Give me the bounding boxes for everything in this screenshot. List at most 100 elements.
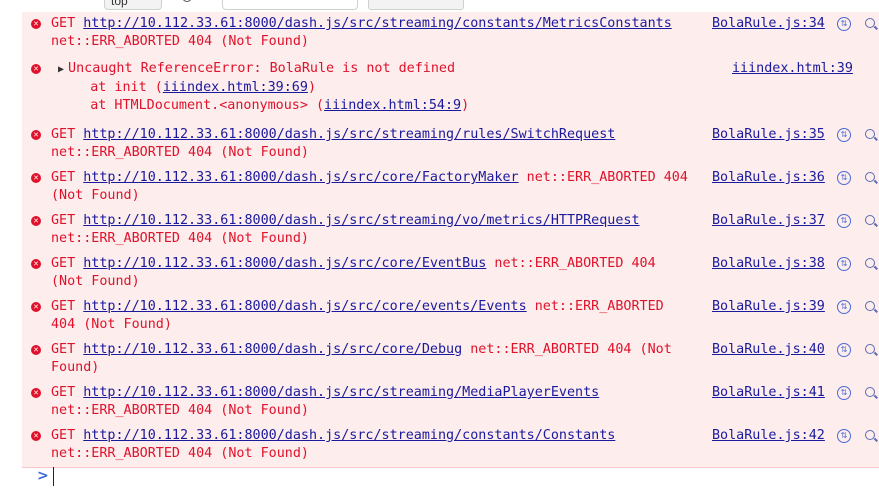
- request-method: GET: [51, 299, 84, 314]
- console-message-row: ✕ GET http://10.112.33.61:8000/dash.js/sr…: [22, 338, 879, 382]
- error-icon: ✕: [31, 388, 41, 398]
- search-icon[interactable]: [865, 215, 875, 225]
- console-message-row: ✕ GET http://10.112.33.61:8000/dash.js/sr…: [22, 209, 879, 253]
- request-url-link[interactable]: http://10.112.33.61:8000/dash.js/src/str…: [83, 127, 615, 142]
- error-icon: ✕: [31, 302, 41, 312]
- source-link[interactable]: BolaRule.js:36: [712, 169, 825, 187]
- error-status-text: net::ERR_ABORTED 404: [518, 170, 688, 185]
- error-icon: ✕: [31, 64, 41, 74]
- stack-frame-prefix: at HTMLDocument.<anonymous> (: [58, 98, 325, 113]
- console-message-text: GET http://10.112.33.61:8000/dash.js/src…: [51, 298, 664, 334]
- error-status-text: net::ERR_ABORTED: [526, 299, 664, 314]
- console-message-text: GET http://10.112.33.61:8000/dash.js/src…: [51, 255, 656, 291]
- error-status-text: (Not Found): [51, 188, 140, 203]
- network-request-icon[interactable]: ⇅: [837, 171, 851, 185]
- stack-frame-link[interactable]: iiindex.html:39:69: [163, 80, 308, 95]
- console-message-text: GET http://10.112.33.61:8000/dash.js/src…: [51, 427, 615, 463]
- source-link[interactable]: BolaRule.js:42: [712, 427, 825, 445]
- stack-frame-suffix: ): [461, 98, 470, 113]
- error-icon: ✕: [31, 345, 41, 355]
- search-icon[interactable]: [865, 129, 875, 139]
- context-select[interactable]: top: [104, 0, 162, 10]
- request-url-link[interactable]: http://10.112.33.61:8000/dash.js/src/str…: [83, 385, 599, 400]
- stack-frame-suffix: ): [307, 80, 316, 95]
- search-icon[interactable]: [865, 258, 875, 268]
- error-icon: ✕: [31, 259, 41, 269]
- source-link[interactable]: BolaRule.js:35: [712, 126, 825, 144]
- console-prompt-icon: >: [37, 468, 49, 484]
- network-request-icon[interactable]: ⇅: [837, 128, 851, 142]
- error-status-text: net::ERR_ABORTED 404 (Not Found): [51, 34, 309, 49]
- source-link[interactable]: BolaRule.js:37: [712, 212, 825, 230]
- console-message-text: GET http://10.112.33.61:8000/dash.js/src…: [51, 169, 688, 205]
- source-link[interactable]: BolaRule.js:41: [712, 384, 825, 402]
- error-status-text: net::ERR_ABORTED 404 (Not Found): [51, 403, 309, 418]
- console-input-caret[interactable]: [53, 467, 54, 486]
- eye-icon[interactable]: [182, 0, 192, 2]
- request-method: GET: [51, 256, 84, 271]
- stack-frame-link[interactable]: iiindex.html:54:9: [324, 98, 461, 113]
- request-url-link[interactable]: http://10.112.33.61:8000/dash.js/src/cor…: [83, 256, 486, 271]
- error-icon: ✕: [31, 130, 41, 140]
- filter-input[interactable]: [222, 0, 358, 10]
- source-link[interactable]: BolaRule.js:38: [712, 255, 825, 273]
- error-icon: ✕: [31, 19, 41, 29]
- source-link[interactable]: BolaRule.js:40: [712, 341, 825, 359]
- console-message-text: GET http://10.112.33.61:8000/dash.js/src…: [51, 15, 672, 51]
- console-message-text: ▶ Uncaught ReferenceError: BolaRule is no…: [58, 60, 469, 115]
- error-status-text: net::ERR_ABORTED 404 (Not Found): [51, 145, 309, 160]
- request-method: GET: [51, 342, 84, 357]
- request-url-link[interactable]: http://10.112.33.61:8000/dash.js/src/str…: [83, 16, 672, 31]
- search-icon[interactable]: [865, 301, 875, 311]
- console-message-row: ✕ GET http://10.112.33.61:8000/dash.js/sr…: [22, 166, 879, 210]
- network-request-icon[interactable]: ⇅: [837, 429, 851, 443]
- error-status-text: Found): [51, 360, 100, 375]
- console-message-row: ✕ GET http://10.112.33.61:8000/dash.js/sr…: [22, 424, 879, 468]
- search-icon[interactable]: [865, 430, 875, 440]
- request-method: GET: [51, 213, 84, 228]
- console-message-text: GET http://10.112.33.61:8000/dash.js/src…: [51, 212, 640, 248]
- source-link[interactable]: iiindex.html:39: [732, 60, 853, 78]
- request-url-link[interactable]: http://10.112.33.61:8000/dash.js/src/str…: [83, 428, 615, 443]
- source-link[interactable]: BolaRule.js:39: [712, 298, 825, 316]
- console-message-row: ✕ GET http://10.112.33.61:8000/dash.js/sr…: [22, 12, 879, 58]
- search-icon[interactable]: [865, 172, 875, 182]
- console-message-text: GET http://10.112.33.61:8000/dash.js/src…: [51, 384, 599, 420]
- console-toolbar: top: [0, 0, 879, 12]
- network-request-icon[interactable]: ⇅: [837, 343, 851, 357]
- console-messages: ✕ GET http://10.112.33.61:8000/dash.js/sr…: [22, 12, 879, 491]
- error-icon: ✕: [31, 431, 41, 441]
- network-request-icon[interactable]: ⇅: [837, 17, 851, 31]
- request-url-link[interactable]: http://10.112.33.61:8000/dash.js/src/str…: [83, 213, 639, 228]
- request-method: GET: [51, 16, 84, 31]
- log-levels-dropdown[interactable]: [368, 0, 464, 10]
- request-url-link[interactable]: http://10.112.33.61:8000/dash.js/src/cor…: [83, 342, 462, 357]
- search-icon[interactable]: [865, 18, 875, 28]
- console-message-row: ✕ GET http://10.112.33.61:8000/dash.js/sr…: [22, 252, 879, 296]
- stack-frame-prefix: at init (: [58, 80, 163, 95]
- request-method: GET: [51, 428, 84, 443]
- network-request-icon[interactable]: ⇅: [837, 300, 851, 314]
- request-method: GET: [51, 385, 84, 400]
- error-icon: ✕: [31, 216, 41, 226]
- console-message-row: ✕ GET http://10.112.33.61:8000/dash.js/sr…: [22, 123, 879, 167]
- exception-message: Uncaught ReferenceError: BolaRule is not…: [68, 61, 455, 76]
- network-request-icon[interactable]: ⇅: [837, 386, 851, 400]
- request-url-link[interactable]: http://10.112.33.61:8000/dash.js/src/cor…: [83, 170, 518, 185]
- network-request-icon[interactable]: ⇅: [837, 257, 851, 271]
- source-link[interactable]: BolaRule.js:34: [712, 15, 825, 33]
- error-status-text: net::ERR_ABORTED 404 (Not Found): [51, 231, 309, 246]
- request-url-link[interactable]: http://10.112.33.61:8000/dash.js/src/cor…: [83, 299, 526, 314]
- console-message-row: ✕ GET http://10.112.33.61:8000/dash.js/sr…: [22, 381, 879, 425]
- request-method: GET: [51, 127, 84, 142]
- network-request-icon[interactable]: ⇅: [837, 214, 851, 228]
- error-status-text: (Not Found): [51, 274, 140, 289]
- search-icon[interactable]: [865, 387, 875, 397]
- expand-triangle-icon[interactable]: ▶: [58, 64, 64, 75]
- error-status-text: net::ERR_ABORTED 404 (Not: [462, 342, 672, 357]
- console-message-row: ✕ GET http://10.112.33.61:8000/dash.js/sr…: [22, 295, 879, 339]
- search-icon[interactable]: [865, 344, 875, 354]
- error-status-text: 404 (Not Found): [51, 317, 172, 332]
- error-icon: ✕: [31, 173, 41, 183]
- console-message-text: GET http://10.112.33.61:8000/dash.js/src…: [51, 126, 615, 162]
